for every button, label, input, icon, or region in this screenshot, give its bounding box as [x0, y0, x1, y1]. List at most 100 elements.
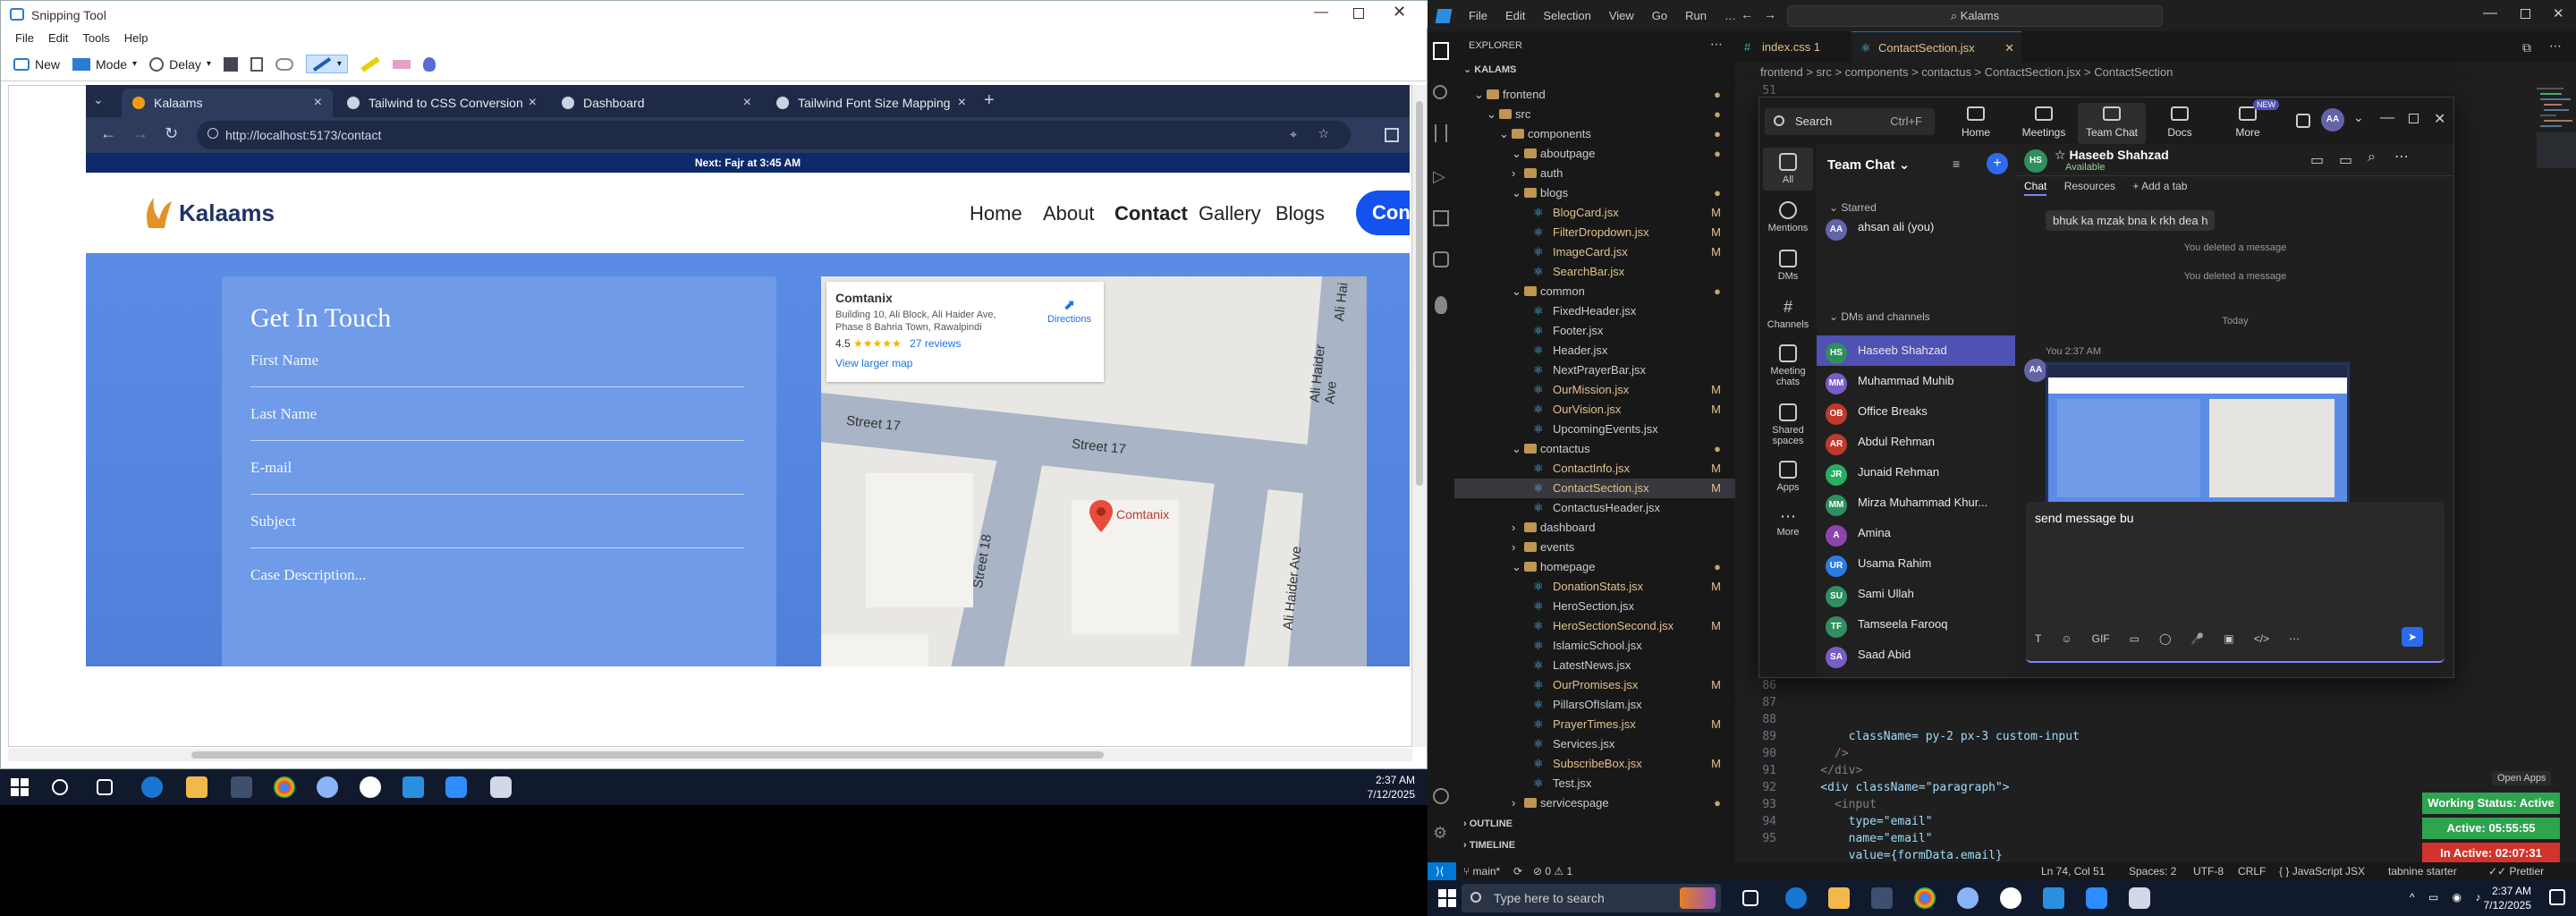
system-tray[interactable]: ^ ▭ ◉ ♪ [2410, 891, 2486, 903]
close-tab-icon[interactable]: × [743, 95, 751, 111]
tree-file[interactable]: ⚛ ContactSection.jsx M [1454, 479, 1735, 498]
tree-folder[interactable]: ⌄ common ● [1454, 282, 1735, 301]
explorer-icon[interactable] [1433, 42, 1449, 60]
tree-file[interactable]: ⚛ BlogCard.jsx M [1454, 203, 1735, 223]
tab-contact-section[interactable]: ⚛ ContactSection.jsx ✕ [1852, 31, 2021, 63]
menu-edit[interactable]: Edit [1505, 9, 1525, 22]
snip-horizontal-scrollbar[interactable] [8, 749, 1412, 761]
tree-file[interactable]: ⚛ SubscribeBox.jsx M [1454, 754, 1735, 774]
minimap[interactable] [2533, 82, 2576, 862]
rail-more[interactable]: ⋯ More [1763, 507, 1813, 538]
tree-folder[interactable]: › dashboard [1454, 518, 1735, 538]
delay-button[interactable]: Delay ▾ [149, 56, 211, 72]
store-icon[interactable] [231, 776, 252, 798]
tree-file[interactable]: ⚛ LatestNews.jsx [1454, 656, 1735, 675]
copy-button[interactable] [250, 56, 263, 72]
save-button[interactable] [223, 56, 238, 72]
search-icon[interactable] [1433, 85, 1447, 99]
language-mode[interactable]: { } JavaScript JSX [2279, 862, 2365, 880]
google-map[interactable]: Comtanix Building 10, Ali Block, Ali Hai… [821, 276, 1367, 666]
app-icon[interactable] [1957, 887, 1979, 909]
nav-gallery[interactable]: Gallery [1199, 202, 1261, 225]
tab-dashboard[interactable]: Dashboard × [551, 89, 762, 117]
branch-indicator[interactable]: ⑂ main* [1463, 862, 1500, 880]
run-debug-icon[interactable]: ▷ [1433, 167, 1445, 186]
message-bubble[interactable]: bhuk ka mzak bna k rkh dea h [2046, 210, 2216, 231]
edge-icon[interactable] [141, 776, 163, 798]
eol[interactable]: CRLF [2238, 862, 2266, 880]
scroll-thumb[interactable] [1416, 101, 1423, 486]
rail-mentions[interactable]: Mentions [1763, 201, 1813, 233]
new-tab-icon[interactable]: + [984, 90, 995, 111]
reviews-link[interactable]: 27 reviews [910, 337, 961, 350]
tree-file[interactable]: ⚛ ContactInfo.jsx M [1454, 459, 1735, 479]
paint3d-button[interactable] [422, 56, 436, 72]
menu-tools[interactable]: Tools [82, 31, 109, 45]
code-line[interactable]: className= py-2 px-3 custom-input [1792, 728, 2080, 745]
close-tab-icon[interactable]: × [529, 95, 537, 111]
contact-item[interactable]: MM Mirza Muhammad Khur... [1817, 488, 2015, 518]
kalaams-logo-icon[interactable] [140, 192, 175, 232]
search-icon[interactable]: ⌕ [2368, 149, 2376, 165]
menu-edit[interactable]: Edit [48, 31, 68, 45]
tree-file[interactable]: ⚛ FixedHeader.jsx [1454, 301, 1735, 321]
contact-item[interactable]: A Amina [1817, 518, 2015, 548]
account-icon[interactable] [1433, 788, 1449, 804]
tree-file[interactable]: ⚛ HeroSection.jsx [1454, 597, 1735, 616]
teams-search-input[interactable]: Search Ctrl+F [1765, 108, 1935, 135]
app-icon[interactable] [317, 776, 338, 798]
cursor-position[interactable]: Ln 74, Col 51 [2041, 862, 2105, 880]
more-actions-icon[interactable]: ⋯ [2549, 38, 2562, 54]
view-larger-map-link[interactable]: View larger map [835, 357, 1095, 369]
new-snip-button[interactable]: New [13, 57, 60, 72]
maximize-icon[interactable] [2409, 114, 2419, 123]
dms-section[interactable]: ⌄ DMs and channels [1829, 310, 1930, 323]
star-icon[interactable]: ☆ [1318, 126, 1329, 141]
gear-icon[interactable]: ⚙ [1433, 824, 1447, 843]
more-icon[interactable]: ⋯ [2394, 148, 2409, 165]
prettier-status[interactable]: ✓✓ Prettier [2488, 862, 2544, 880]
tree-file[interactable]: ⚛ PillarsOfIslam.jsx [1454, 695, 1735, 715]
tab-tailwind-css[interactable]: Tailwind to CSS Conversion × [336, 89, 547, 117]
gif-icon[interactable]: GIF [2092, 632, 2110, 645]
menu-file[interactable]: File [15, 31, 34, 45]
open-apps-button[interactable]: Open Apps [2492, 771, 2552, 785]
menu-view[interactable]: View [1609, 9, 1634, 22]
apps-icon[interactable] [2296, 114, 2310, 128]
tree-file[interactable]: ⚛ UpcomingEvents.jsx [1454, 420, 1735, 439]
sync-icon[interactable]: ⟳ [1513, 862, 1522, 880]
file-icon[interactable]: ▭ [2130, 632, 2140, 645]
back-icon[interactable]: ← [1741, 7, 1753, 21]
tab-resources[interactable]: Resources [2064, 180, 2115, 192]
start-icon[interactable] [11, 778, 29, 796]
remote-icon[interactable] [1433, 251, 1449, 267]
reload-icon[interactable]: ↻ [165, 124, 178, 143]
menu-help[interactable]: Help [124, 31, 148, 45]
contact-item[interactable]: AR Abdul Rehman [1817, 427, 2015, 457]
map-pin-icon[interactable] [1089, 500, 1113, 532]
highlighter-button[interactable] [360, 55, 380, 72]
rail-dms[interactable]: DMs [1763, 250, 1813, 282]
tree-file[interactable]: ⚛ SearchBar.jsx [1454, 262, 1735, 282]
compose-input[interactable]: send message bu [2035, 511, 2134, 525]
message-compose[interactable]: send message bu T ☺ GIF ▭ ◯ 🎤 ▣ </> ⋯ ➤ [2026, 502, 2445, 663]
scroll-thumb[interactable] [191, 751, 1104, 759]
chrome-icon[interactable] [274, 776, 295, 798]
left-clock[interactable]: 2:37 AM 7/12/2025 [1368, 773, 1415, 802]
tree-folder[interactable]: ⌄ contactus ● [1454, 439, 1735, 459]
pen-button[interactable]: ▾ [305, 55, 348, 73]
taskbar-search-input[interactable]: Type here to search [1462, 884, 1721, 912]
start-icon[interactable] [1438, 889, 1456, 907]
code-line[interactable]: </div> [1792, 762, 1862, 779]
close-tab-icon[interactable]: ✕ [2004, 32, 2014, 64]
tree-folder[interactable]: ⌄ blogs ● [1454, 183, 1735, 203]
minimize-icon[interactable]: — [2483, 5, 2497, 21]
rail-all[interactable]: All [1763, 148, 1813, 191]
shared-screenshot-image[interactable] [2046, 362, 2350, 525]
topnav-docs[interactable]: Docs [2146, 103, 2214, 144]
timeline-section[interactable]: › TIMELINE [1463, 840, 1515, 851]
outline-section[interactable]: › OUTLINE [1463, 818, 1513, 829]
close-icon[interactable]: ✕ [2434, 110, 2445, 128]
code-icon[interactable]: </> [2254, 632, 2269, 645]
tree-file[interactable]: ⚛ NextPrayerBar.jsx [1454, 360, 1735, 380]
